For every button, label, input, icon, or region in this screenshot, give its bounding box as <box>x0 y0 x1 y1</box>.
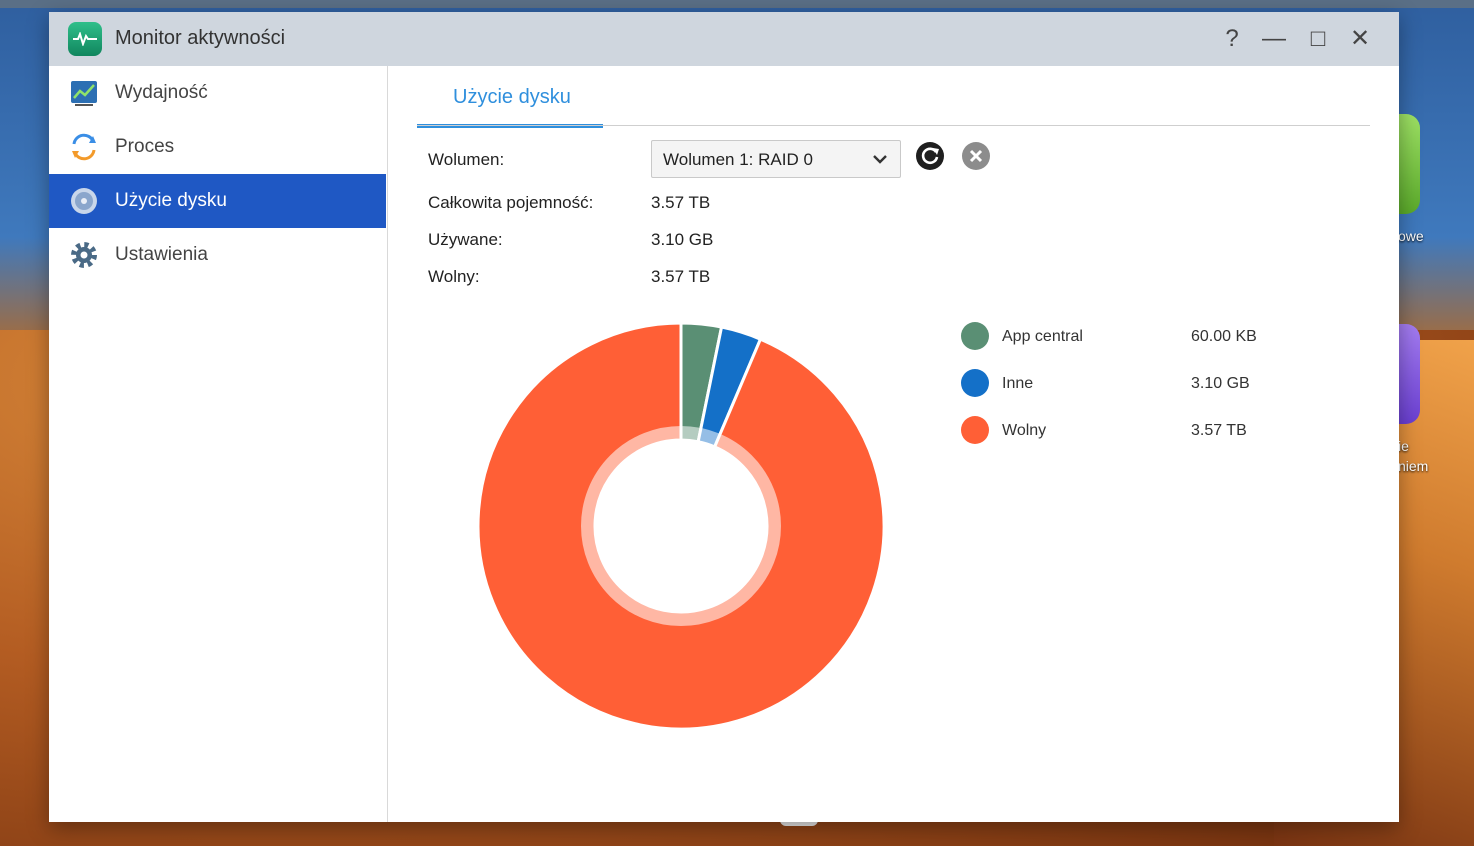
sidebar-item-label: Użycie dysku <box>115 190 227 211</box>
help-button[interactable]: ? <box>1218 25 1246 53</box>
total-capacity-label: Całkowita pojemność: <box>428 193 594 212</box>
legend-label: Inne <box>1002 375 1034 392</box>
close-button[interactable]: ✕ <box>1346 25 1374 53</box>
legend-value: 3.10 GB <box>1191 375 1250 392</box>
sidebar-item-process[interactable]: Proces <box>49 120 386 174</box>
activity-monitor-app-icon <box>68 22 102 56</box>
desktop-icon-label: ie <box>1398 438 1409 454</box>
volume-select[interactable]: Wolumen 1: RAID 0 <box>651 140 901 178</box>
sidebar-item-label: Proces <box>115 136 175 157</box>
volume-select-value: Wolumen 1: RAID 0 <box>663 150 813 169</box>
legend-swatch-app-central <box>961 322 989 350</box>
refresh-icon[interactable] <box>915 141 945 171</box>
desktop-icon-label: owe <box>1398 228 1424 244</box>
disk-usage-donut-chart <box>476 321 886 731</box>
used-label: Używane: <box>428 230 503 249</box>
minimize-button[interactable]: — <box>1260 25 1288 53</box>
legend-label: Wolny <box>1002 422 1047 439</box>
free-label: Wolny: <box>428 267 480 286</box>
tab-label: Użycie dysku <box>453 86 571 108</box>
legend-value: 60.00 KB <box>1191 328 1257 345</box>
desktop-icon-label: niem <box>1398 458 1429 474</box>
title-bar[interactable]: Monitor aktywności ? — □ ✕ <box>49 12 1399 66</box>
volume-label: Wolumen: <box>428 150 505 169</box>
total-capacity-value: 3.57 TB <box>651 193 711 212</box>
sidebar-item-performance[interactable]: Wydajność <box>49 66 386 120</box>
sidebar-item-settings[interactable]: Ustawienia <box>49 228 386 282</box>
desktop-top-bar <box>0 0 1474 8</box>
legend-label: App central <box>1002 328 1083 345</box>
sidebar-item-disk-usage[interactable]: Użycie dysku <box>49 174 386 228</box>
sidebar: Wydajność Proces Użycie dysku Ustawienia <box>49 66 388 822</box>
gear-icon <box>71 242 97 268</box>
free-value: 3.57 TB <box>651 267 711 286</box>
process-icon <box>72 133 96 161</box>
activity-monitor-window: Monitor aktywności ? — □ ✕ Wydajność Pro… <box>49 12 1399 822</box>
tab-disk-usage[interactable]: Użycie dysku <box>417 78 603 128</box>
clear-icon[interactable] <box>961 141 991 171</box>
disk-usage-icon <box>71 188 97 214</box>
sidebar-item-label: Ustawienia <box>115 244 208 265</box>
maximize-button[interactable]: □ <box>1304 25 1332 53</box>
chevron-down-icon <box>873 155 887 164</box>
window-title: Monitor aktywności <box>115 27 286 49</box>
legend-swatch-wolny <box>961 416 989 444</box>
tab-divider <box>417 125 1370 126</box>
sidebar-item-label: Wydajność <box>115 82 208 103</box>
performance-chart-icon <box>71 81 97 106</box>
used-value: 3.10 GB <box>651 230 714 249</box>
legend-value: 3.57 TB <box>1191 422 1247 439</box>
legend-swatch-inne <box>961 369 989 397</box>
donut-hole <box>607 452 755 600</box>
